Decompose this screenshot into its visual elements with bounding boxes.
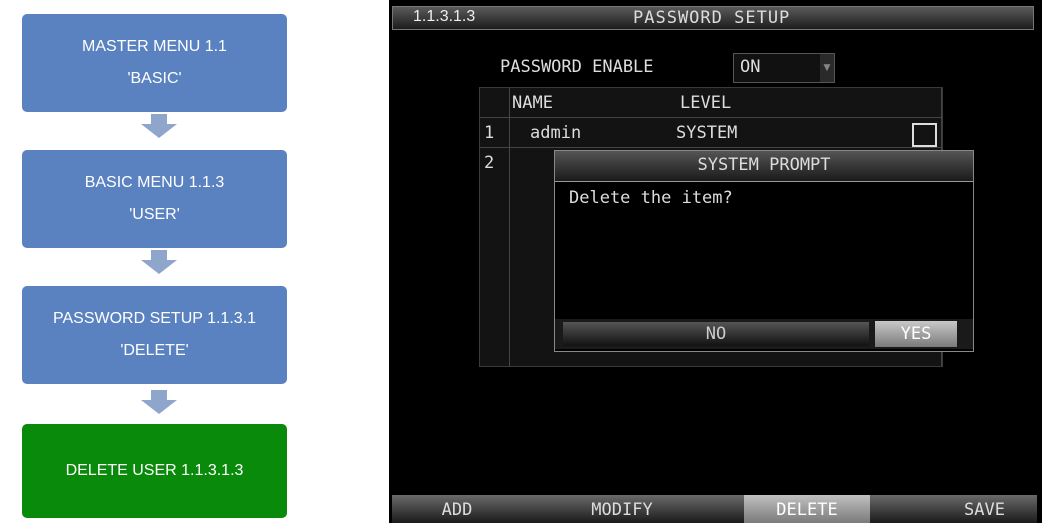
- save-button[interactable]: SAVE: [932, 495, 1037, 523]
- dvr-screen: 1.1.3.1.3 PASSWORD SETUP PASSWORD ENABLE…: [389, 0, 1042, 523]
- dialog-button-bar: NO YES: [555, 319, 973, 349]
- dialog-title: SYSTEM PROMPT: [555, 151, 973, 182]
- row-number: 2: [484, 153, 495, 173]
- password-enable-label: PASSWORD ENABLE: [500, 57, 654, 77]
- user-name[interactable]: admin: [530, 123, 581, 143]
- yes-button[interactable]: YES: [875, 321, 957, 347]
- down-arrow-icon: [141, 114, 177, 138]
- down-arrow-icon: [141, 390, 177, 414]
- flow-step-subtitle: 'USER': [129, 206, 180, 223]
- flow-step-subtitle: 'BASIC': [127, 70, 182, 87]
- user-level[interactable]: SYSTEM: [676, 123, 737, 143]
- dialog-message: Delete the item?: [569, 188, 733, 208]
- flow-step-password-setup: PASSWORD SETUP 1.1.3.1 'DELETE': [22, 286, 287, 384]
- row-number: 1: [484, 123, 495, 143]
- flow-step-master-menu: MASTER MENU 1.1 'BASIC': [22, 14, 287, 112]
- menu-id: 1.1.3.1.3: [413, 8, 476, 25]
- header-name: NAME: [512, 93, 553, 113]
- add-button[interactable]: ADD: [402, 495, 512, 523]
- delete-button[interactable]: DELETE: [744, 495, 870, 523]
- bottom-toolbar: ADD MODIFY DELETE SAVE: [392, 495, 1037, 523]
- row-divider: [480, 147, 942, 148]
- flow-step-title: BASIC MENU 1.1.3: [84, 174, 225, 191]
- password-enable-select[interactable]: ON ▼: [733, 53, 835, 83]
- dropdown-arrow-icon[interactable]: ▼: [820, 54, 834, 82]
- header-level: LEVEL: [680, 93, 732, 113]
- flow-step-title: DELETE USER 1.1.3.1.3: [65, 462, 244, 479]
- password-enable-value: ON: [740, 57, 761, 77]
- flow-step-title: MASTER MENU 1.1: [82, 38, 227, 55]
- title-bar: 1.1.3.1.3 PASSWORD SETUP: [392, 6, 1034, 30]
- down-arrow-icon: [141, 250, 177, 274]
- flow-step-title: PASSWORD SETUP 1.1.3.1: [52, 310, 257, 327]
- flow-step-subtitle: 'DELETE': [120, 342, 189, 359]
- row-select-checkbox[interactable]: [912, 123, 937, 147]
- no-button[interactable]: NO: [563, 322, 869, 346]
- system-prompt-dialog: SYSTEM PROMPT Delete the item? NO YES: [554, 150, 974, 352]
- modify-button[interactable]: MODIFY: [552, 495, 692, 523]
- flow-step-basic-menu: BASIC MENU 1.1.3 'USER': [22, 150, 287, 248]
- page-title: PASSWORD SETUP: [633, 8, 791, 28]
- column-divider: [509, 88, 510, 366]
- flow-step-delete-user: DELETE USER 1.1.3.1.3: [22, 424, 287, 518]
- row-divider: [480, 117, 942, 118]
